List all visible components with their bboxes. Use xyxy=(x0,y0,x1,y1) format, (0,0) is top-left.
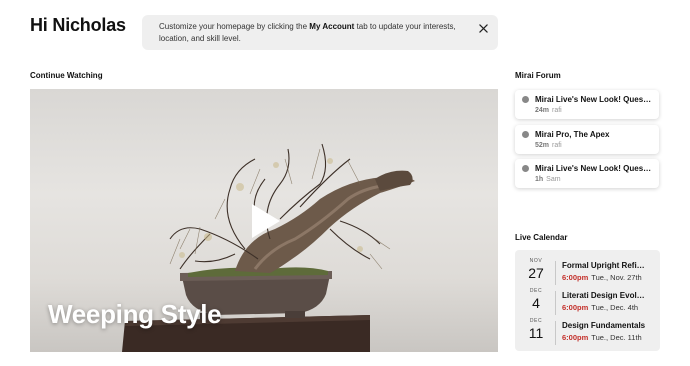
forum-post-time: 24m xyxy=(535,107,550,114)
event-date: Tue., Nov. 27th xyxy=(591,273,642,282)
calendar-event[interactable]: DEC 11 Design Fundamentals 6:00pm Tue., D… xyxy=(515,318,660,348)
mirai-forum-heading: Mirai Forum xyxy=(515,71,561,80)
forum-post[interactable]: Mirai Live's New Look! Ques… 1h Sam xyxy=(515,159,659,188)
event-title: Literati Design Evol… xyxy=(562,291,645,300)
close-icon xyxy=(478,23,488,33)
event-month: DEC xyxy=(529,288,543,294)
forum-post[interactable]: Mirai Pro, The Apex 52m rafi xyxy=(515,125,659,154)
close-notice-button[interactable] xyxy=(477,22,489,34)
dot-icon xyxy=(522,96,529,103)
forum-post[interactable]: Mirai Live's New Look! Ques… 24m rafi xyxy=(515,90,659,119)
event-month: DEC xyxy=(529,318,543,324)
event-time: 6:00pm xyxy=(562,333,589,342)
event-day: 11 xyxy=(528,325,544,341)
event-schedule: 6:00pm Tue., Dec. 4th xyxy=(562,303,638,312)
forum-post-time: 1h xyxy=(535,176,544,183)
event-divider xyxy=(555,321,556,345)
customize-notice: Customize your homepage by clicking the … xyxy=(142,15,498,50)
live-calendar-heading: Live Calendar xyxy=(515,233,568,242)
event-divider xyxy=(555,291,556,315)
forum-post-title: Mirai Pro, The Apex xyxy=(535,130,610,139)
event-day: 4 xyxy=(532,295,540,311)
calendar-event[interactable]: DEC 4 Literati Design Evol… 6:00pm Tue., … xyxy=(515,288,660,318)
calendar-event[interactable]: NOV 27 Formal Upright Refi… 6:00pm Tue., … xyxy=(515,258,660,288)
notice-text-start: Customize your homepage by clicking the xyxy=(159,22,310,31)
forum-post-meta: 1h Sam xyxy=(535,176,561,183)
event-title: Formal Upright Refi… xyxy=(562,261,645,270)
event-schedule: 6:00pm Tue., Nov. 27th xyxy=(562,273,642,282)
my-account-link[interactable]: My Account xyxy=(309,22,354,31)
dot-icon xyxy=(522,131,529,138)
event-date: Tue., Dec. 4th xyxy=(591,303,639,312)
forum-post-author: Sam xyxy=(546,176,561,183)
event-divider xyxy=(555,261,556,285)
forum-post-title: Mirai Live's New Look! Ques… xyxy=(535,95,652,104)
forum-post-meta: 52m rafi xyxy=(535,142,562,149)
play-button[interactable] xyxy=(244,201,284,241)
event-schedule: 6:00pm Tue., Dec. 11th xyxy=(562,333,642,342)
page-greeting: Hi Nicholas xyxy=(30,15,126,35)
dot-icon xyxy=(522,165,529,172)
forum-post-title: Mirai Live's New Look! Ques… xyxy=(535,164,652,173)
event-title: Design Fundamentals xyxy=(562,321,646,330)
forum-post-author: rafi xyxy=(552,107,562,114)
event-date: Tue., Dec. 11th xyxy=(591,333,642,342)
event-time: 6:00pm xyxy=(562,303,589,312)
event-date-block: NOV 27 xyxy=(521,258,551,281)
forum-post-time: 52m xyxy=(535,142,550,149)
forum-post-meta: 24m rafi xyxy=(535,107,562,114)
event-date-block: DEC 11 xyxy=(521,318,551,341)
live-calendar-panel: NOV 27 Formal Upright Refi… 6:00pm Tue., … xyxy=(515,250,660,351)
event-time: 6:00pm xyxy=(562,273,589,282)
play-icon xyxy=(252,204,280,238)
event-month: NOV xyxy=(529,258,543,264)
forum-post-author: rafi xyxy=(552,142,562,149)
event-day: 27 xyxy=(528,265,544,281)
video-caption: Weeping Style xyxy=(48,299,222,329)
event-date-block: DEC 4 xyxy=(521,288,551,311)
continue-watching-heading: Continue Watching xyxy=(30,71,103,80)
continue-watching-video[interactable]: Weeping Style xyxy=(30,89,498,352)
